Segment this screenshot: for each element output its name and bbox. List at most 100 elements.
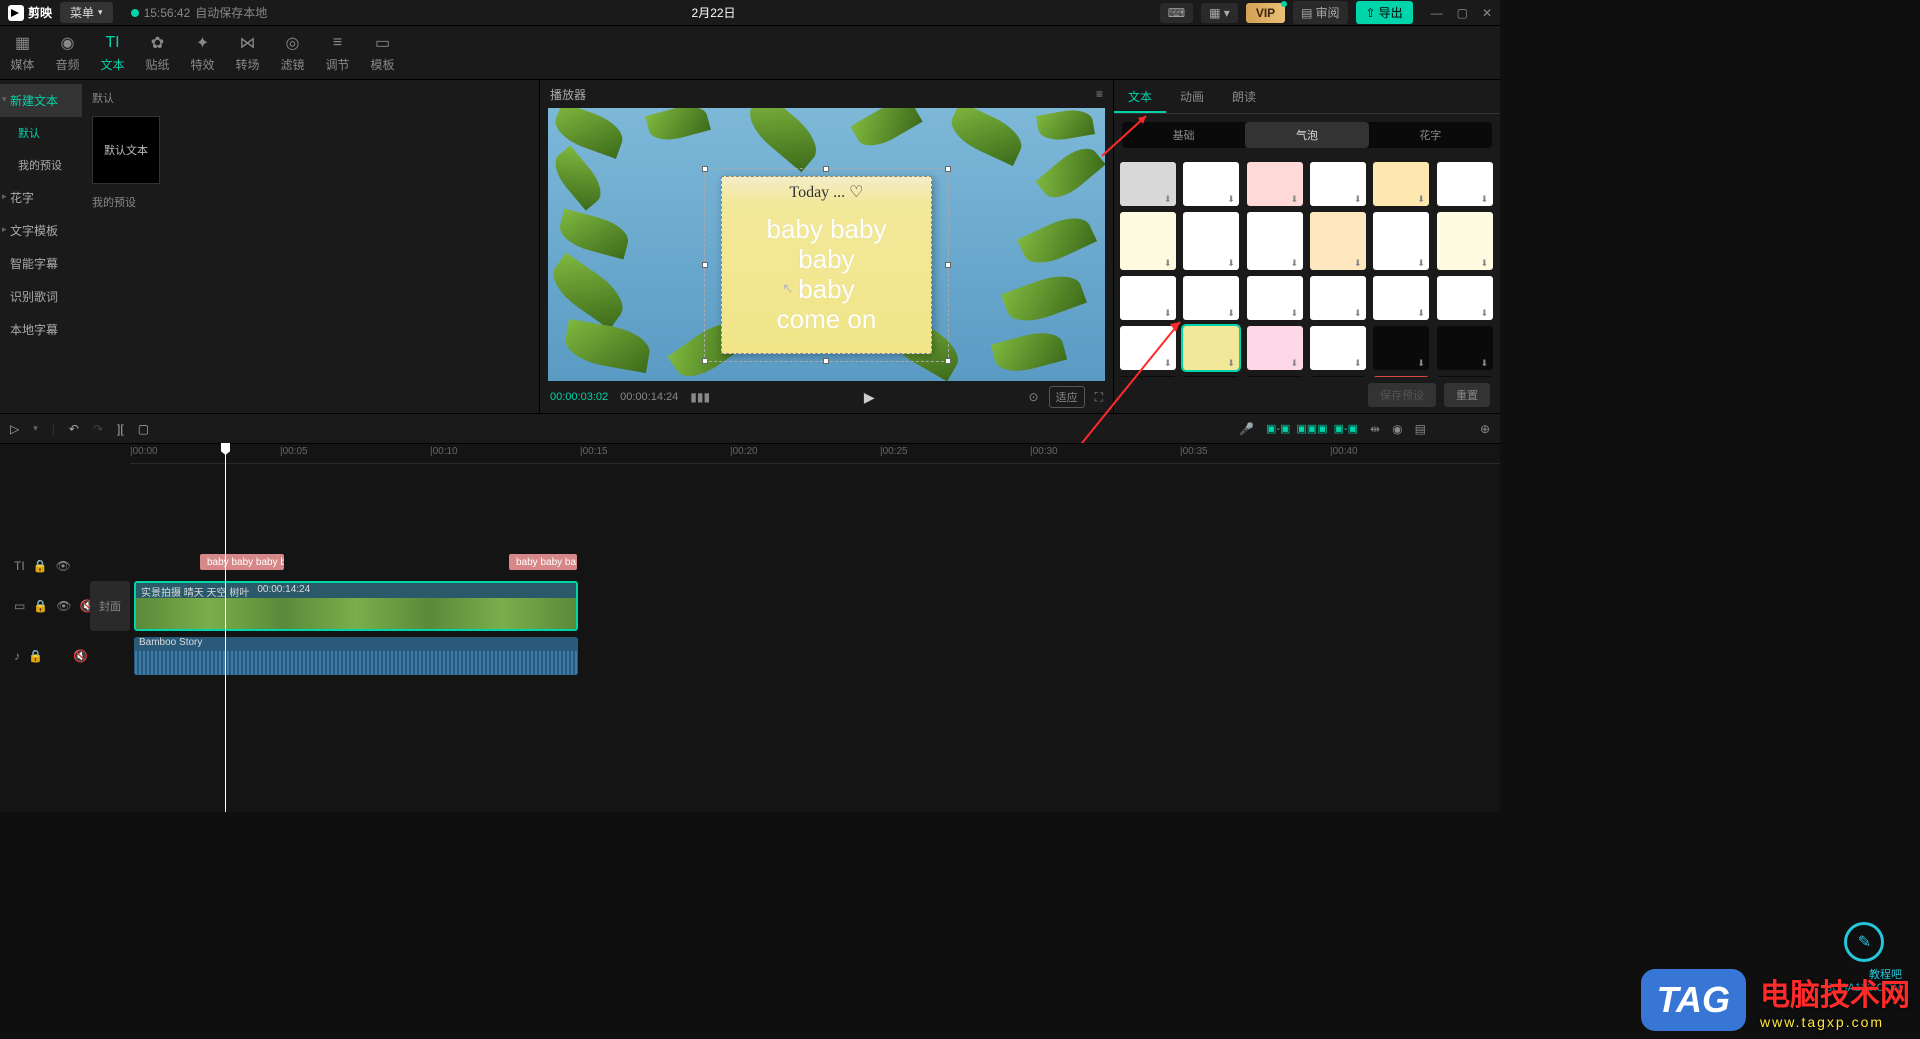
sidebar-item-default[interactable]: 默认 bbox=[0, 117, 82, 149]
selection-tool-icon[interactable]: ▷ bbox=[10, 422, 19, 436]
sidebar-item-my-preset[interactable]: 我的预设 bbox=[0, 149, 82, 181]
inspector-tab-anim[interactable]: 动画 bbox=[1166, 80, 1218, 113]
bubble-preset[interactable]: ⬇ bbox=[1183, 326, 1239, 370]
tab-sticker[interactable]: ✿贴纸 bbox=[135, 26, 180, 79]
timeline-ruler[interactable]: |00:00|00:05|00:10|00:15|00:20|00:25|00:… bbox=[130, 444, 1500, 464]
delete-icon[interactable]: ▢ bbox=[138, 422, 149, 436]
bubble-preset[interactable]: ⬇ bbox=[1373, 326, 1429, 370]
redo-icon[interactable]: ↷ bbox=[93, 422, 103, 436]
level-icon[interactable]: ▮▮▮ bbox=[690, 390, 710, 404]
bubble-preset[interactable]: ⬇ bbox=[1310, 162, 1366, 206]
sidebar-item-lyrics[interactable]: 识别歌词 bbox=[0, 280, 82, 313]
player-menu-icon[interactable]: ≡ bbox=[1096, 87, 1103, 101]
shortcut-button[interactable]: ⌨ bbox=[1160, 3, 1193, 23]
tab-transition[interactable]: ⋈转场 bbox=[225, 26, 270, 79]
bubble-preset[interactable]: ⬇ bbox=[1437, 276, 1493, 320]
tab-template[interactable]: ▭模板 bbox=[360, 26, 405, 79]
text-clip-1[interactable]: baby baby baby b bbox=[200, 554, 284, 570]
timeline[interactable]: |00:00|00:05|00:10|00:15|00:20|00:25|00:… bbox=[0, 443, 1500, 812]
audio-clip[interactable]: Bamboo Story bbox=[134, 637, 578, 675]
bubble-preset[interactable]: ⬇ bbox=[1120, 326, 1176, 370]
bubble-preset[interactable]: ⬇ bbox=[1247, 162, 1303, 206]
review-button[interactable]: ▤ 审阅 bbox=[1293, 1, 1347, 24]
zoom-fit-icon[interactable]: ⊕ bbox=[1480, 422, 1490, 436]
bubble-preset[interactable]: ⬇ bbox=[1437, 326, 1493, 370]
subtab-basic[interactable]: 基础 bbox=[1122, 122, 1245, 148]
text-overlay[interactable]: Today ... ♡ baby baby baby baby come on bbox=[721, 176, 933, 353]
bubble-preset[interactable]: ⬇ bbox=[1247, 212, 1303, 270]
playhead[interactable] bbox=[225, 444, 226, 812]
subtab-fancy[interactable]: 花字 bbox=[1369, 122, 1492, 148]
save-preset-button[interactable]: 保存预设 bbox=[1368, 383, 1436, 407]
snap-on-icon[interactable]: ▣-▣ bbox=[1266, 422, 1290, 435]
tab-audio[interactable]: ◉音频 bbox=[45, 26, 90, 79]
bubble-preset[interactable]: ⬇ bbox=[1247, 376, 1303, 377]
tab-effect[interactable]: ✦特效 bbox=[180, 26, 225, 79]
link-icon[interactable]: ⇹ bbox=[1370, 422, 1380, 436]
tab-media[interactable]: ▦媒体 bbox=[0, 26, 45, 79]
menu-button[interactable]: 菜单 ▾ bbox=[60, 2, 113, 23]
reset-button[interactable]: 重置 bbox=[1444, 383, 1490, 407]
tab-text[interactable]: TI文本 bbox=[90, 26, 135, 79]
bubble-preset[interactable]: ⬇ bbox=[1183, 376, 1239, 377]
layout-button[interactable]: ▦ ▾ bbox=[1201, 3, 1238, 23]
undo-icon[interactable]: ↶ bbox=[69, 422, 79, 436]
bubble-preset[interactable]: ⬇ bbox=[1310, 326, 1366, 370]
tab-filter[interactable]: ◎滤镜 bbox=[270, 26, 315, 79]
minimize-icon[interactable]: — bbox=[1431, 6, 1443, 20]
bubble-preset[interactable]: ⬇ bbox=[1183, 162, 1239, 206]
bubble-preset[interactable]: ⬇ bbox=[1247, 326, 1303, 370]
subtab-bubble[interactable]: 气泡 bbox=[1245, 122, 1368, 148]
default-text-thumb[interactable]: 默认文本 bbox=[92, 116, 160, 184]
bubble-preset[interactable]: ⬇ bbox=[1373, 212, 1429, 270]
tab-adjust[interactable]: ≡调节 bbox=[315, 26, 360, 79]
fullscreen-icon[interactable]: ⛶ bbox=[1095, 390, 1103, 405]
inspector-tab-text[interactable]: 文本 bbox=[1114, 80, 1166, 113]
mute-icon[interactable]: 🔇 bbox=[73, 649, 88, 663]
bubble-preset[interactable]: ⬇ bbox=[1120, 376, 1176, 377]
maximize-icon[interactable]: ▢ bbox=[1457, 6, 1468, 20]
bubble-preset[interactable]: ⬇ bbox=[1310, 376, 1366, 377]
bubble-preset[interactable]: ⬇ bbox=[1437, 376, 1493, 377]
export-button[interactable]: ⇧ 导出 bbox=[1356, 1, 1413, 24]
cover-button[interactable]: 封面 bbox=[90, 581, 130, 631]
sidebar-item-smart-caption[interactable]: 智能字幕 bbox=[0, 247, 82, 280]
bubble-preset[interactable]: ⬇ bbox=[1120, 162, 1176, 206]
bubble-preset[interactable]: ⬇ bbox=[1183, 212, 1239, 270]
lock-icon[interactable]: 🔒 bbox=[33, 599, 48, 613]
sidebar-item-local-caption[interactable]: 本地字幕 bbox=[0, 313, 82, 346]
sidebar-item-text-template[interactable]: ▸文字模板 bbox=[0, 214, 82, 247]
bubble-preset[interactable]: ⬇ bbox=[1437, 162, 1493, 206]
lock-icon[interactable]: 🔒 bbox=[28, 649, 43, 663]
bubble-preset[interactable]: ⬇ bbox=[1373, 162, 1429, 206]
inspector-tab-voice[interactable]: 朗读 bbox=[1218, 80, 1270, 113]
bubble-preset[interactable]: ⬇ bbox=[1310, 276, 1366, 320]
split-icon[interactable]: ]​[ bbox=[117, 422, 124, 436]
bubble-preset[interactable]: ⬇ bbox=[1247, 276, 1303, 320]
sidebar-item-new-text[interactable]: ▾新建文本 bbox=[0, 84, 82, 117]
bubble-preset[interactable]: ⬇ bbox=[1373, 376, 1429, 377]
bubble-preset[interactable]: ⬇ bbox=[1120, 276, 1176, 320]
eye-icon[interactable]: 👁 bbox=[56, 599, 71, 613]
bubble-preset[interactable]: ⬇ bbox=[1373, 276, 1429, 320]
scale-button[interactable]: 适应 bbox=[1049, 386, 1085, 408]
track-height-icon[interactable]: ▤ bbox=[1415, 422, 1426, 436]
eye-icon[interactable]: 👁 bbox=[56, 559, 71, 573]
vip-button[interactable]: VIP bbox=[1246, 3, 1285, 23]
zoom-reset-icon[interactable]: ⊙ bbox=[1029, 390, 1039, 404]
chevron-down-icon[interactable]: ▾ bbox=[33, 423, 38, 434]
bubble-preset[interactable]: ⬇ bbox=[1310, 212, 1366, 270]
bubble-preset[interactable]: ⬇ bbox=[1437, 212, 1493, 270]
bubble-preset[interactable]: ⬇ bbox=[1120, 212, 1176, 270]
snap-off-icon[interactable]: ▣-▣ bbox=[1334, 422, 1358, 435]
preview-icon[interactable]: ◉ bbox=[1392, 422, 1402, 436]
mic-icon[interactable]: 🎤 bbox=[1239, 422, 1254, 436]
play-button[interactable]: ▶ bbox=[864, 389, 875, 406]
player-viewport[interactable]: Today ... ♡ baby baby baby baby come on … bbox=[548, 108, 1105, 381]
close-icon[interactable]: ✕ bbox=[1482, 6, 1492, 20]
bubble-preset[interactable]: ⬇ bbox=[1183, 276, 1239, 320]
snap-mid-icon[interactable]: ▣▣▣ bbox=[1296, 422, 1327, 435]
sidebar-item-fancy[interactable]: ▸花字 bbox=[0, 181, 82, 214]
video-clip[interactable]: 实景拍摄 晴天 天空 树叶00:00:14:24 bbox=[134, 581, 578, 631]
text-clip-2[interactable]: baby baby ba bbox=[509, 554, 577, 570]
